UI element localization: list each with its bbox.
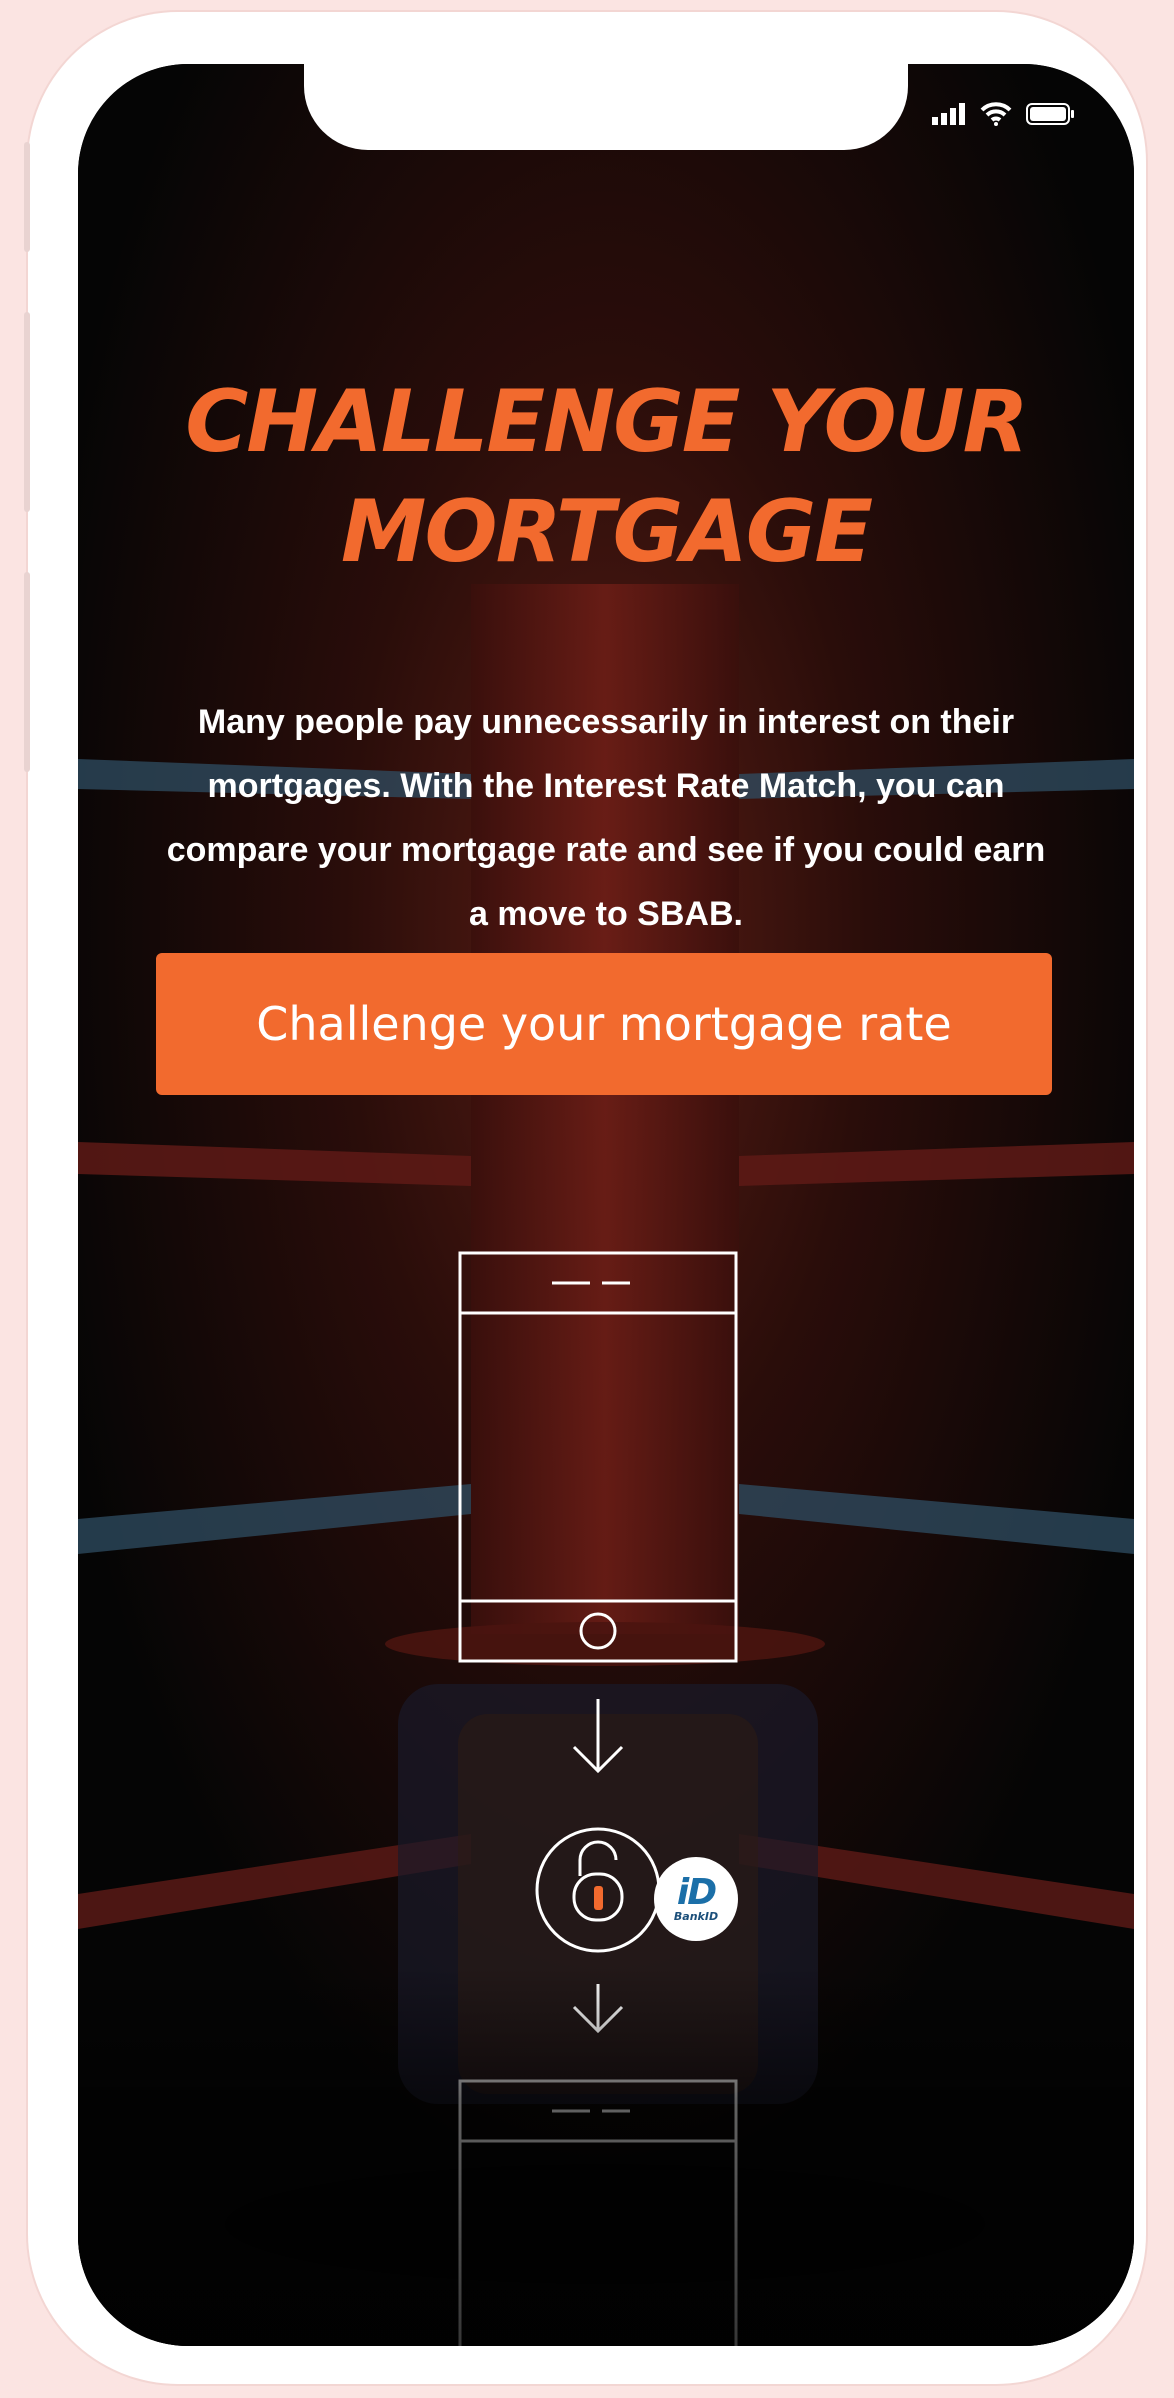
phone-screen: CHALLENGE YOUR MORTGAGE Many people pay … (78, 64, 1134, 2346)
battery-icon (1026, 103, 1074, 125)
page-title-line-2: MORTGAGE (340, 481, 873, 582)
arrow-down-icon-2 (572, 1984, 624, 2034)
bankid-text: BankID (673, 1910, 719, 1923)
volume-up-button (24, 142, 30, 252)
mute-switch (24, 572, 30, 772)
bankid-mark: iD (676, 1872, 717, 1913)
page-title: CHALLENGE YOUR MORTGAGE (78, 367, 1134, 587)
page-title-line-1: CHALLENGE YOUR (185, 371, 1029, 472)
phone-outline-icon (458, 1251, 738, 1663)
status-bar (932, 102, 1076, 126)
lock-keyhole (594, 1886, 603, 1910)
bankid-logo: iD BankID (654, 1857, 738, 1941)
device-notch (304, 64, 908, 150)
intro-text: Many people pay unnecessarily in interes… (166, 703, 1046, 933)
volume-down-button (24, 312, 30, 512)
wifi-icon (980, 102, 1012, 126)
arrow-down-icon (572, 1699, 624, 1774)
phone-outline-icon-2 (458, 2079, 738, 2346)
challenge-rate-button[interactable]: Challenge your mortgage rate (156, 953, 1052, 1095)
signal-icon (932, 103, 965, 125)
